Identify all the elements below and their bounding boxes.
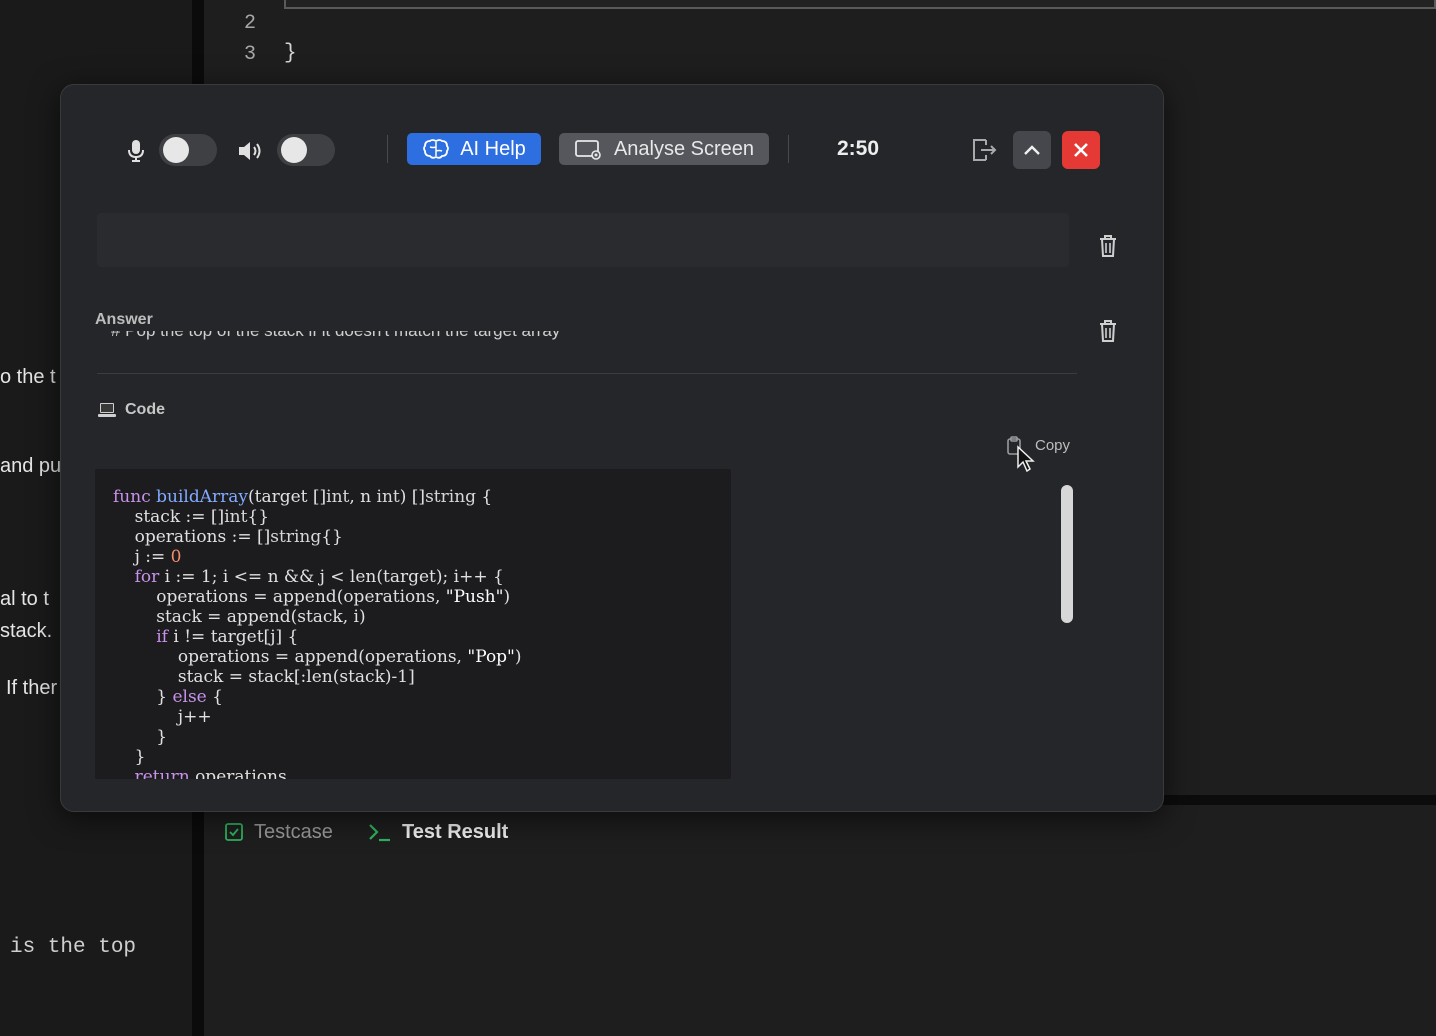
screen-capture-icon [575, 140, 601, 160]
code-line: if i != target[j] { [156, 627, 299, 647]
ai-help-label: AI Help [460, 137, 526, 160]
laptop-icon [98, 403, 116, 417]
toolbar-separator [387, 135, 388, 163]
code-line: func buildArray(target []int, n int) []s… [113, 487, 493, 507]
exit-icon [973, 139, 997, 161]
tab-label: Test Result [402, 820, 509, 843]
collapse-button[interactable] [1013, 131, 1051, 169]
description-fragment: and pu [0, 455, 62, 477]
toolbar-separator [788, 135, 789, 163]
code-line: stack = append(stack, i) [113, 607, 366, 627]
answer-text: # Pop the top of the stack if it doesn't… [111, 331, 811, 345]
brain-icon [423, 139, 450, 159]
line-number: 2 [244, 12, 257, 35]
microphone-icon [127, 139, 145, 163]
question-area[interactable] [97, 213, 1069, 267]
code-line: } else { [113, 687, 223, 707]
code-label: Code [125, 401, 165, 418]
close-icon [1074, 143, 1088, 157]
overlay-toolbar: AI Help Analyse Screen 2:50 [61, 85, 1165, 215]
code-section-header: Code [97, 401, 165, 419]
answer-label: Answer [95, 311, 153, 328]
description-fragment: o the t [0, 366, 56, 388]
description-fragment: stack. [0, 620, 53, 642]
speaker-toggle[interactable] [277, 134, 335, 166]
delete-question-icon[interactable] [1097, 233, 1119, 259]
copy-label: Copy [1035, 436, 1071, 454]
ai-assistant-overlay: AI Help Analyse Screen 2:50 Answer Code … [60, 84, 1164, 812]
code-line: return operations [134, 767, 287, 779]
code-block[interactable]: func buildArray(target []int, n int) []s… [95, 469, 731, 779]
description-fragment: If ther [6, 677, 58, 699]
answer-text-content: # Pop the top of the stack if it doesn't… [111, 331, 560, 340]
code-scrollbar[interactable] [1061, 485, 1073, 623]
chevron-up-icon [1024, 145, 1040, 155]
close-button[interactable] [1062, 131, 1100, 169]
terminal-prompt-icon [369, 824, 390, 842]
description-fragment: al to t [0, 588, 49, 610]
delete-answer-icon[interactable] [1097, 318, 1119, 344]
toggle-knob [281, 137, 307, 163]
tab-test-result[interactable]: Test Result [368, 818, 508, 846]
code-content: func buildArray(target []int, n int) []s… [113, 487, 522, 779]
toggle-knob [163, 137, 189, 163]
speaker-icon [237, 139, 265, 163]
editor-current-line [284, 0, 1436, 9]
exit-button[interactable] [965, 131, 1003, 169]
code-line: j := 0 [113, 547, 182, 567]
tab-label: Testcase [254, 820, 333, 843]
editor-code-line: } [284, 42, 297, 65]
mouse-cursor-icon [1017, 445, 1035, 473]
tab-testcase[interactable]: Testcase [224, 818, 333, 846]
line-number: 3 [244, 43, 257, 66]
code-line: operations := []string{} [113, 527, 343, 547]
code-line: operations = append(operations, "Pop") [113, 647, 522, 667]
analyse-screen-label: Analyse Screen [613, 137, 755, 160]
analyse-screen-button[interactable]: Analyse Screen [559, 133, 769, 165]
section-divider [97, 373, 1077, 374]
code-line: } [113, 747, 146, 767]
code-line: for i := 1; i <= n && j < len(target); i… [134, 567, 504, 587]
description-code-fragment: is the top [10, 936, 137, 959]
code-line: operations = append(operations, "Push") [113, 587, 511, 607]
code-line: j++ [113, 707, 212, 727]
ai-help-button[interactable]: AI Help [407, 133, 541, 165]
checkbox-icon [225, 823, 243, 841]
session-timer: 2:50 [837, 137, 880, 160]
code-line: stack = stack[:len(stack)-1] [113, 667, 415, 687]
code-line: } [113, 727, 168, 747]
code-line: stack := []int{} [113, 507, 270, 527]
microphone-toggle[interactable] [159, 134, 217, 166]
